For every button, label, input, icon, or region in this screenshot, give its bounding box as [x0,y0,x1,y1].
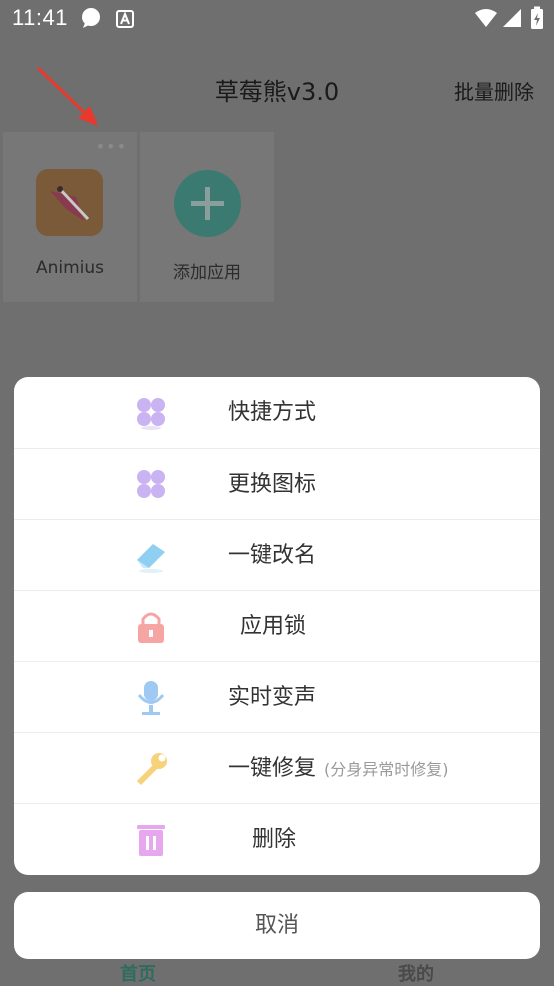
nav-mine-label[interactable]: 我的 [398,960,434,986]
sheet-item-label-row: 一键修复 (分身异常时修复) [228,733,449,805]
app-label: Animius [35,258,105,278]
sheet-item-change-icon[interactable]: 更换图标 [14,448,540,519]
sheet-item-label: 应用锁 [240,614,307,639]
sheet-item-rename[interactable]: 一键改名 [14,519,540,590]
sheet-item-label: 一键修复 [228,756,317,781]
signal-icon [502,8,522,34]
more-options-icon[interactable]: ••• [96,137,127,156]
sheet-item-label: 更换图标 [228,472,317,497]
nav-home-label[interactable]: 首页 [120,960,156,986]
animius-app-icon [36,169,103,236]
wifi-icon [474,8,498,34]
chat-bubble-icon [80,7,102,35]
trash-icon [133,822,169,858]
sheet-item-label: 一键改名 [228,543,317,568]
batch-delete-button[interactable]: 批量删除 [454,76,534,105]
sheet-item-app-lock[interactable]: 应用锁 [14,590,540,661]
cancel-button[interactable]: 取消 [14,892,540,959]
status-bar: 11:41 [0,0,554,36]
app-tile-add[interactable]: 添加应用 [140,132,274,302]
eraser-icon [133,538,169,574]
sheet-item-delete[interactable]: 删除 [14,803,540,874]
sheet-item-label: 实时变声 [228,685,317,710]
sheet-item-label: 快捷方式 [228,400,317,425]
status-time: 11:41 [12,5,68,30]
lock-icon [133,609,169,645]
add-app-label: 添加应用 [173,263,241,283]
app-tile-animius[interactable]: ••• Animius [3,132,137,302]
plus-icon [191,187,224,220]
annotation-arrow-icon [34,64,104,134]
wrench-icon [133,751,169,787]
sheet-item-label: 删除 [252,827,297,852]
sheet-item-repair[interactable]: 一键修复 (分身异常时修复) [14,732,540,803]
action-sheet: 快捷方式 更换图标 一键改名 应用锁 实时变声 一键修复 (分身异常时修复) 删… [14,377,540,875]
clover-icon [133,395,169,431]
sheet-item-shortcut[interactable]: 快捷方式 [14,377,540,448]
clover-icon [133,467,169,503]
app-notification-icon [116,9,134,34]
battery-icon [530,6,544,36]
sheet-item-voice-change[interactable]: 实时变声 [14,661,540,732]
add-app-button[interactable] [174,170,241,237]
sheet-item-sublabel: (分身异常时修复) [324,760,449,779]
microphone-icon [133,680,169,716]
